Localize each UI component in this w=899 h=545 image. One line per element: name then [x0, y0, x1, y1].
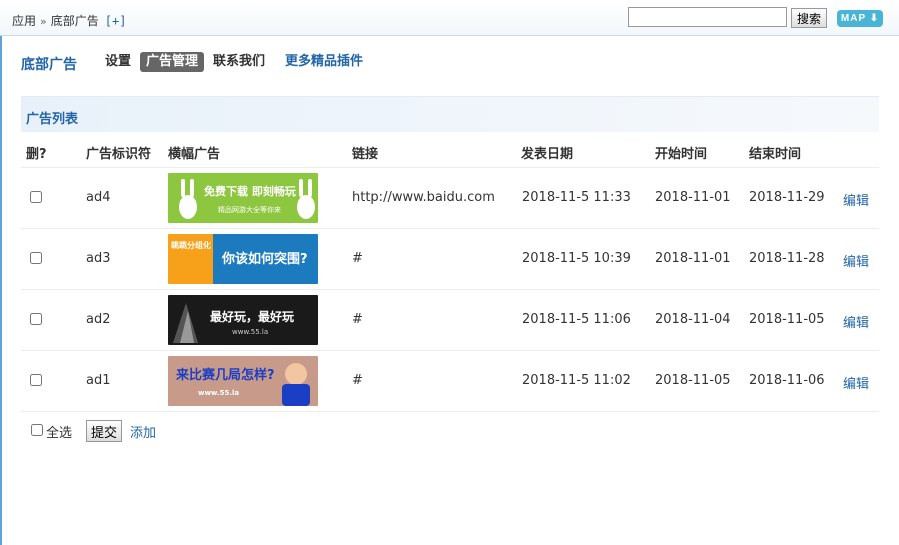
ad-start-date: 2018-11-01 [655, 251, 731, 266]
banner-image: 来比赛几局怎样? www.55.la [168, 356, 318, 406]
ad-end-date: 2018-11-05 [749, 312, 825, 327]
banner-subtext: www.55.la [232, 328, 269, 336]
banner-subtext: 精品网游大全等你来 [218, 206, 281, 214]
tab-contact-us[interactable]: 联系我们 [213, 52, 265, 72]
ad-identifier: ad1 [86, 373, 111, 388]
section-header: 广告列表 [21, 96, 879, 132]
table-row: ad4 免费下载 即刻畅玩 精品网游大全等你来 http://www.baidu… [21, 168, 879, 229]
breadcrumb-item-current: 底部广告 [50, 14, 99, 28]
ad-identifier: ad4 [86, 190, 111, 205]
ad-end-date: 2018-11-29 [749, 190, 825, 205]
ad-posted-date: 2018-11-5 10:39 [522, 251, 631, 266]
breadcrumb: 应用 » 底部广告 [+] [12, 12, 126, 29]
ad-link: # [352, 373, 363, 388]
table-row: ad1 来比赛几局怎样? www.55.la # 2018-11-5 11:02… [21, 351, 879, 412]
ad-identifier: ad3 [86, 251, 111, 266]
search-input[interactable] [628, 7, 787, 27]
top-bar: 应用 » 底部广告 [+] 搜索 MAP ⬇ [0, 0, 899, 36]
breadcrumb-item-app[interactable]: 应用 [12, 14, 36, 28]
banner-subtext: www.55.la [198, 389, 240, 397]
column-header-banner: 横幅广告 [168, 147, 221, 162]
column-header-delete: 删? [26, 147, 47, 162]
banner-headline: 你该如何突围? [222, 252, 308, 267]
edit-link[interactable]: 编辑 [843, 251, 869, 270]
ad-end-date: 2018-11-28 [749, 251, 825, 266]
edit-link[interactable]: 编辑 [843, 312, 869, 331]
tab-settings[interactable]: 设置 [105, 52, 131, 72]
banner-image: 跳跳分组化 你该如何突围? [168, 234, 318, 284]
ad-posted-date: 2018-11-5 11:06 [522, 312, 631, 327]
add-shortcut-icon[interactable]: [+] [105, 14, 127, 28]
plugin-title: 底部广告 [21, 57, 77, 73]
select-all-checkbox[interactable] [31, 424, 43, 436]
ad-start-date: 2018-11-05 [655, 373, 731, 388]
search-button[interactable]: 搜索 [791, 8, 827, 28]
table-footer: 全选 提交 添加 [21, 420, 879, 444]
ad-start-date: 2018-11-04 [655, 312, 731, 327]
submit-button[interactable]: 提交 [86, 420, 122, 442]
column-header-link: 链接 [352, 147, 379, 162]
select-all-label[interactable]: 全选 [46, 422, 72, 441]
map-button[interactable]: MAP ⬇ [837, 10, 883, 27]
edit-link[interactable]: 编辑 [843, 373, 869, 392]
column-header-end: 结束时间 [749, 147, 802, 162]
column-header-identifier: 广告标识符 [86, 147, 152, 162]
ad-link: # [352, 312, 363, 327]
row-delete-checkbox[interactable] [30, 374, 42, 386]
banner-image: 最好玩，最好玩 www.55.la [168, 295, 318, 345]
ad-start-date: 2018-11-01 [655, 190, 731, 205]
column-header-posted: 发表日期 [521, 147, 574, 162]
ad-link: http://www.baidu.com [352, 190, 495, 205]
column-header-start: 开始时间 [655, 147, 708, 162]
breadcrumb-separator: » [40, 15, 47, 28]
tab-more-plugins[interactable]: 更多精品插件 [285, 52, 363, 72]
banner-headline: 来比赛几局怎样? [176, 368, 275, 383]
ad-end-date: 2018-11-06 [749, 373, 825, 388]
section-title: 广告列表 [26, 112, 79, 127]
row-delete-checkbox[interactable] [30, 191, 42, 203]
ad-posted-date: 2018-11-5 11:02 [522, 373, 631, 388]
row-delete-checkbox[interactable] [30, 252, 42, 264]
ad-link: # [352, 251, 363, 266]
table-row: ad2 最好玩，最好玩 www.55.la # 2018-11-5 11:06 … [21, 290, 879, 351]
add-ad-link[interactable]: 添加 [130, 422, 156, 441]
edit-link[interactable]: 编辑 [843, 190, 869, 209]
ad-identifier: ad2 [86, 312, 111, 327]
banner-image: 免费下载 即刻畅玩 精品网游大全等你来 [168, 173, 318, 223]
banner-headline: 最好玩，最好玩 [210, 310, 295, 324]
tab-ad-management[interactable]: 广告管理 [140, 52, 205, 72]
left-border [0, 36, 2, 545]
table-row: ad3 跳跳分组化 你该如何突围? # 2018-11-5 10:39 2018… [21, 229, 879, 290]
row-delete-checkbox[interactable] [30, 313, 42, 325]
banner-subtext: 跳跳分组化 [171, 241, 211, 250]
ad-posted-date: 2018-11-5 11:33 [522, 190, 631, 205]
banner-headline: 免费下载 即刻畅玩 [204, 185, 296, 198]
